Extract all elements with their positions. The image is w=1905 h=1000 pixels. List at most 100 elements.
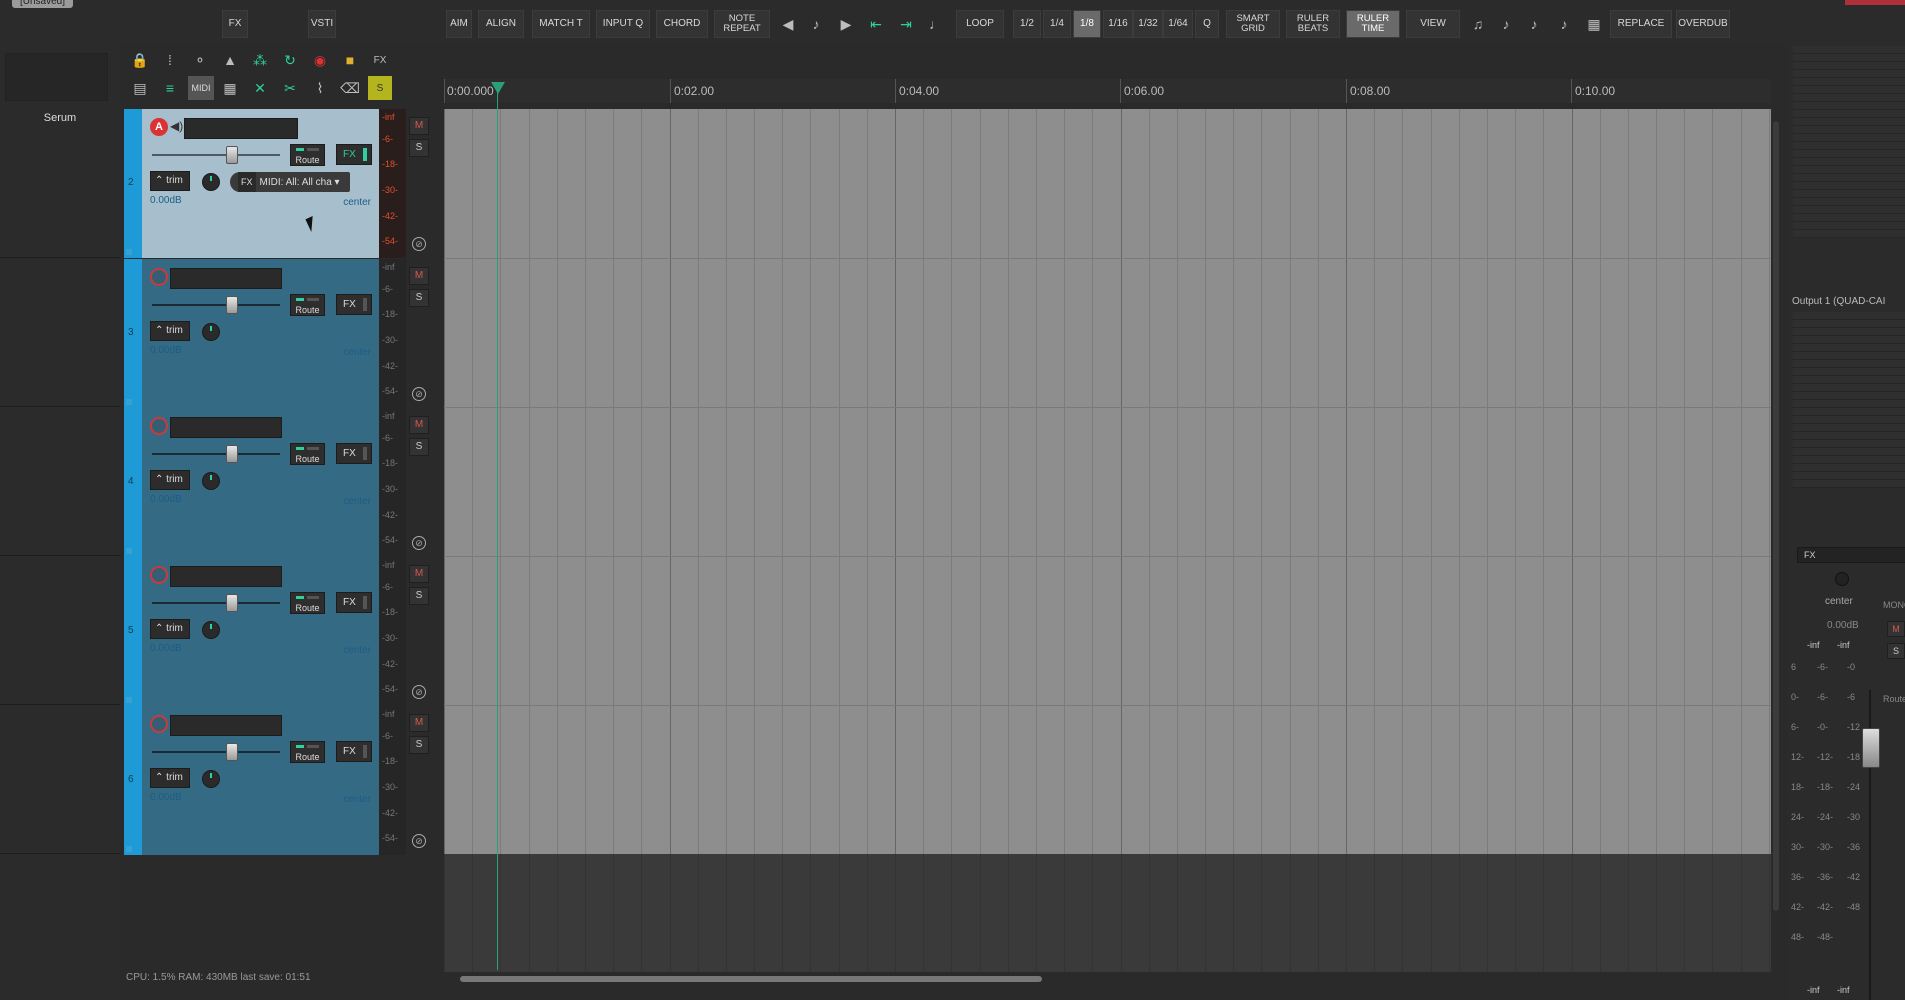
- track-name-5[interactable]: [0, 705, 120, 854]
- track-color-strip[interactable]: 6: [124, 706, 142, 855]
- pan-knob[interactable]: [202, 323, 220, 341]
- empty-arrange-area[interactable]: [444, 854, 1771, 972]
- trim-button[interactable]: ⌃ trim: [150, 619, 190, 639]
- master-mute-button[interactable]: M: [1887, 621, 1905, 637]
- solo-icon[interactable]: S: [368, 76, 392, 100]
- track-panel[interactable]: 2 A ◀) Route FX ⌃ trim FX MIDI: All: All …: [124, 109, 442, 258]
- record-arm-icon[interactable]: [150, 268, 168, 286]
- master-route-button[interactable]: Route: [1883, 694, 1905, 704]
- track-folder-icon[interactable]: [126, 399, 132, 405]
- trim-button[interactable]: ⌃ trim: [150, 171, 190, 191]
- phase-invert-icon[interactable]: ⊘: [412, 685, 426, 699]
- timeline-ruler[interactable]: 0:00.000 0:02.00 0:04.00 0:06.00 0:08.00…: [444, 79, 1771, 103]
- midi-button[interactable]: MIDI: [188, 76, 214, 100]
- track-name-field[interactable]: [170, 715, 282, 736]
- folder-icon[interactable]: ▤: [128, 76, 152, 100]
- track-body[interactable]: Route FX ⌃ trim 0.00dB center: [142, 259, 379, 408]
- grid-icon[interactable]: ⁞: [158, 48, 182, 72]
- track-panel[interactable]: 6 Route FX ⌃ trim 0.00dB center -inf -6-…: [124, 706, 442, 855]
- track-folder-icon[interactable]: [126, 697, 132, 703]
- grid-1-4-button[interactable]: 1/4: [1043, 10, 1071, 38]
- track-name-2[interactable]: [0, 258, 120, 407]
- metronome-icon[interactable]: ▲: [218, 48, 242, 72]
- master-fx-slot[interactable]: FX: [1797, 547, 1905, 563]
- piano-roll-icon[interactable]: ▦: [1582, 12, 1606, 36]
- phase-invert-icon[interactable]: ⊘: [412, 237, 426, 251]
- volume-fader-handle[interactable]: [226, 296, 238, 314]
- speaker-icon[interactable]: ◀): [170, 119, 183, 133]
- smart-grid-button[interactable]: SMART GRID: [1226, 10, 1280, 38]
- midi-input-selector[interactable]: FX MIDI: All: All cha ▾: [230, 172, 350, 192]
- track-name-field[interactable]: [184, 118, 298, 139]
- vsti-button[interactable]: VSTI: [308, 10, 336, 38]
- grid-1-64-button[interactable]: 1/64: [1163, 10, 1193, 38]
- phase-invert-icon[interactable]: ⊘: [412, 387, 426, 401]
- solo-button[interactable]: S: [409, 139, 429, 157]
- lock-icon[interactable]: 🔒: [128, 48, 152, 72]
- nudge-left-icon[interactable]: ◀: [776, 12, 800, 36]
- fx-button[interactable]: FX: [336, 294, 372, 315]
- fx-button[interactable]: FX: [336, 592, 372, 613]
- horizontal-scrollbar[interactable]: [444, 972, 1771, 986]
- mute-button[interactable]: M: [409, 714, 429, 732]
- track-folder-icon[interactable]: [126, 846, 132, 852]
- input-q-button[interactable]: INPUT Q: [596, 10, 650, 38]
- solo-button[interactable]: S: [409, 736, 429, 754]
- mute-button[interactable]: M: [409, 117, 429, 135]
- pan-knob[interactable]: [202, 621, 220, 639]
- volume-fader[interactable]: [152, 154, 280, 156]
- track-color-strip[interactable]: 5: [124, 557, 142, 706]
- trim-button[interactable]: ⌃ trim: [150, 470, 190, 490]
- note-length-icon[interactable]: ♫: [1466, 12, 1490, 36]
- aim-button[interactable]: AIM: [446, 10, 472, 38]
- legato-icon[interactable]: ♩: [924, 12, 948, 36]
- volume-fader[interactable]: [152, 751, 280, 753]
- track-color-strip[interactable]: 4: [124, 408, 142, 557]
- track-name-field[interactable]: [170, 417, 282, 438]
- route-button[interactable]: Route: [290, 741, 325, 763]
- pan-knob[interactable]: [202, 770, 220, 788]
- volume-fader[interactable]: [152, 602, 280, 604]
- track-color-strip[interactable]: 3: [124, 259, 142, 408]
- move-notes-right-icon[interactable]: ⇥: [894, 12, 918, 36]
- route-button[interactable]: Route: [290, 592, 325, 614]
- track-body[interactable]: Route FX ⌃ trim 0.00dB center: [142, 706, 379, 855]
- crossfade-icon[interactable]: ✕: [248, 76, 272, 100]
- match-t-button[interactable]: MATCH T: [532, 10, 590, 38]
- track-name-1[interactable]: Serum: [0, 109, 120, 258]
- grid-1-2-button[interactable]: 1/2: [1013, 10, 1041, 38]
- fx-button[interactable]: FX: [222, 10, 248, 38]
- volume-fader-handle[interactable]: [226, 743, 238, 761]
- fx-button[interactable]: FX: [336, 144, 372, 165]
- record-arm-icon[interactable]: [150, 417, 168, 435]
- mute-button[interactable]: M: [409, 416, 429, 434]
- solo-button[interactable]: S: [409, 587, 429, 605]
- trim-button[interactable]: ⌃ trim: [150, 321, 190, 341]
- vertical-scroll-thumb[interactable]: [1773, 121, 1779, 911]
- ruler-time-button[interactable]: RULER TIME: [1346, 10, 1400, 38]
- track-name-3[interactable]: [0, 407, 120, 556]
- phase-invert-icon[interactable]: ⊘: [412, 536, 426, 550]
- color-icon[interactable]: ■: [338, 48, 362, 72]
- mixer-icon[interactable]: ≡: [158, 76, 182, 100]
- mute-button[interactable]: M: [409, 565, 429, 583]
- record-arm-icon[interactable]: [150, 715, 168, 733]
- mono-label[interactable]: MONO: [1883, 600, 1905, 610]
- group-icon[interactable]: ⚬: [188, 48, 212, 72]
- route-button[interactable]: Route: [290, 144, 325, 166]
- edit-cursor-marker[interactable]: [491, 82, 505, 94]
- track-panel[interactable]: 5 Route FX ⌃ trim 0.00dB center -inf -6-…: [124, 557, 442, 706]
- nudge-right-icon[interactable]: ▶: [834, 12, 858, 36]
- trim-icon[interactable]: ✂: [278, 76, 302, 100]
- grid-view-icon[interactable]: ▦: [218, 76, 242, 100]
- grid-1-8-button[interactable]: 1/8: [1073, 10, 1101, 38]
- volume-fader-handle[interactable]: [226, 146, 238, 164]
- quantize-q-button[interactable]: Q: [1195, 10, 1219, 38]
- track-folder-icon[interactable]: [126, 249, 132, 255]
- volume-fader-handle[interactable]: [226, 445, 238, 463]
- phase-invert-icon[interactable]: ⊘: [412, 834, 426, 848]
- track-name-4[interactable]: [0, 556, 120, 705]
- fx-bypass-icon[interactable]: FX: [368, 48, 392, 72]
- trim-button[interactable]: ⌃ trim: [150, 768, 190, 788]
- track-body[interactable]: Route FX ⌃ trim 0.00dB center: [142, 408, 379, 557]
